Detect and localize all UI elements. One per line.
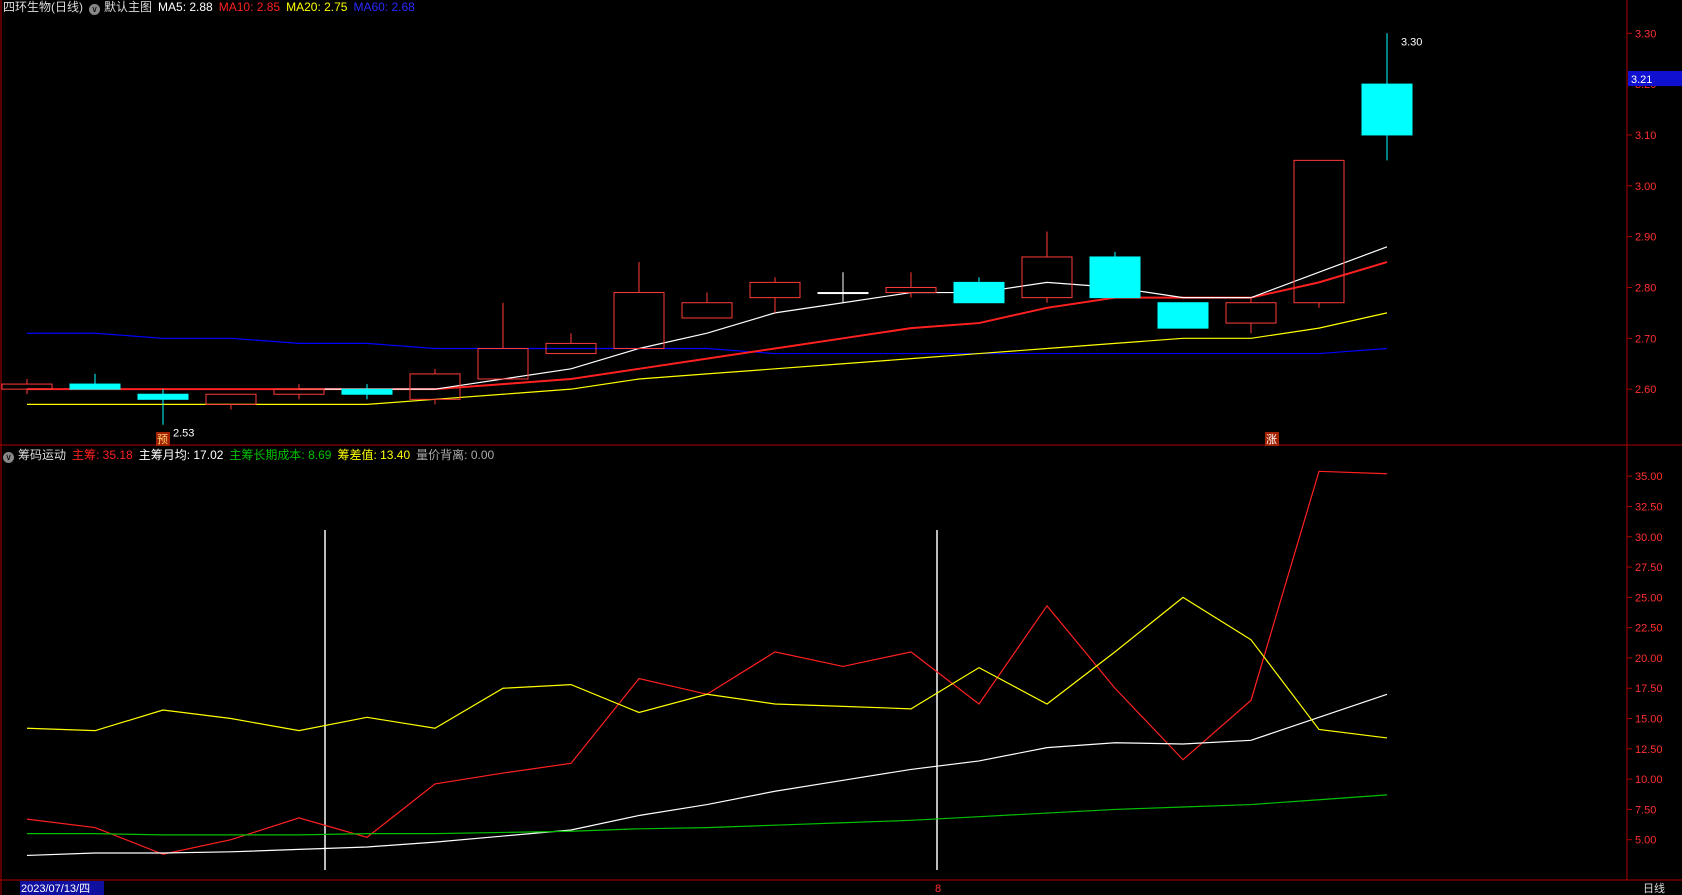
indicator-tick-label: 10.00 bbox=[1635, 774, 1663, 786]
candle[interactable] bbox=[1, 378, 53, 395]
price-axis: 2.602.702.802.903.003.103.203.305.007.50… bbox=[1627, 28, 1663, 847]
ma5-line bbox=[299, 246, 1388, 390]
candle-body bbox=[1361, 83, 1413, 136]
period-label[interactable]: 日线 bbox=[1643, 881, 1665, 895]
chart-labels: 2.53 3.30 预 涨 3.21 2023/07/13/四 8 日线 bbox=[20, 36, 1682, 895]
candle[interactable] bbox=[1089, 251, 1141, 299]
price-tick-label: 3.30 bbox=[1635, 28, 1656, 40]
candle-body bbox=[613, 292, 665, 349]
candle[interactable] bbox=[613, 262, 665, 349]
indicator-tick-label: 20.00 bbox=[1635, 653, 1663, 665]
indicator-tick-label: 25.00 bbox=[1635, 592, 1663, 604]
candle[interactable] bbox=[885, 272, 937, 298]
indicator-tick-label: 30.00 bbox=[1635, 532, 1663, 544]
candle-body bbox=[681, 302, 733, 319]
price-tick-label: 2.70 bbox=[1635, 333, 1656, 345]
candle[interactable] bbox=[1225, 297, 1277, 334]
candle-body bbox=[1021, 256, 1073, 299]
month-marker: 8 bbox=[935, 883, 941, 895]
indicator-tick-label: 17.50 bbox=[1635, 683, 1663, 695]
candle[interactable] bbox=[273, 384, 325, 400]
candle-body bbox=[749, 281, 801, 299]
candle-body bbox=[1089, 256, 1141, 299]
indicator-tick-label: 32.50 bbox=[1635, 501, 1663, 513]
long-cost-line bbox=[27, 794, 1388, 836]
high-price-label: 3.30 bbox=[1401, 36, 1422, 48]
candle[interactable] bbox=[749, 277, 801, 313]
price-tick-label: 2.60 bbox=[1635, 384, 1656, 396]
price-tick-label: 3.00 bbox=[1635, 181, 1656, 193]
candle[interactable] bbox=[205, 393, 257, 410]
candle[interactable] bbox=[69, 373, 121, 390]
candle[interactable] bbox=[545, 333, 597, 355]
chip-diff-line bbox=[26, 596, 1388, 739]
indicator-tick-label: 15.00 bbox=[1635, 714, 1663, 726]
candle[interactable] bbox=[817, 272, 869, 303]
candle-body bbox=[205, 393, 257, 405]
rise-tag: 涨 bbox=[1266, 433, 1277, 446]
candle[interactable] bbox=[1361, 33, 1413, 161]
candle-body bbox=[1225, 302, 1277, 324]
current-price-label: 3.21 bbox=[1631, 74, 1652, 86]
indicator-panel[interactable] bbox=[26, 470, 1388, 870]
price-tick-label: 2.80 bbox=[1635, 282, 1656, 294]
low-price-label: 2.53 bbox=[173, 428, 194, 440]
candle-body bbox=[137, 393, 189, 400]
candle[interactable] bbox=[1021, 231, 1073, 303]
main-chip-line bbox=[26, 470, 1388, 855]
chart-frame bbox=[0, 0, 1682, 895]
candle[interactable] bbox=[341, 384, 393, 400]
candle[interactable] bbox=[137, 389, 189, 425]
indicator-tick-label: 35.00 bbox=[1635, 471, 1663, 483]
chart-canvas[interactable]: 2.602.702.802.903.003.103.203.305.007.50… bbox=[0, 0, 1682, 895]
candle-body bbox=[953, 281, 1005, 304]
indicator-tick-label: 27.50 bbox=[1635, 562, 1663, 574]
candle-body bbox=[1157, 302, 1209, 329]
indicator-tick-label: 5.00 bbox=[1635, 835, 1656, 847]
pre-tag: 预 bbox=[157, 433, 168, 446]
candle[interactable] bbox=[953, 277, 1005, 304]
candle-body bbox=[69, 383, 121, 390]
indicator-tick-label: 12.50 bbox=[1635, 744, 1663, 756]
candle[interactable] bbox=[477, 302, 529, 380]
candle[interactable] bbox=[1157, 302, 1209, 329]
candle-body bbox=[341, 388, 393, 395]
start-date-label: 2023/07/13/四 bbox=[21, 883, 90, 895]
indicator-tick-label: 7.50 bbox=[1635, 804, 1656, 816]
candle-body bbox=[885, 286, 937, 294]
price-tick-label: 3.10 bbox=[1635, 130, 1656, 142]
candle-body bbox=[477, 347, 529, 380]
indicator-tick-label: 22.50 bbox=[1635, 623, 1663, 635]
candle-body bbox=[817, 292, 869, 295]
ma60-line bbox=[27, 332, 1388, 355]
candlestick-panel[interactable] bbox=[1, 33, 1413, 425]
price-tick-label: 2.90 bbox=[1635, 232, 1656, 244]
candle[interactable] bbox=[681, 292, 733, 319]
